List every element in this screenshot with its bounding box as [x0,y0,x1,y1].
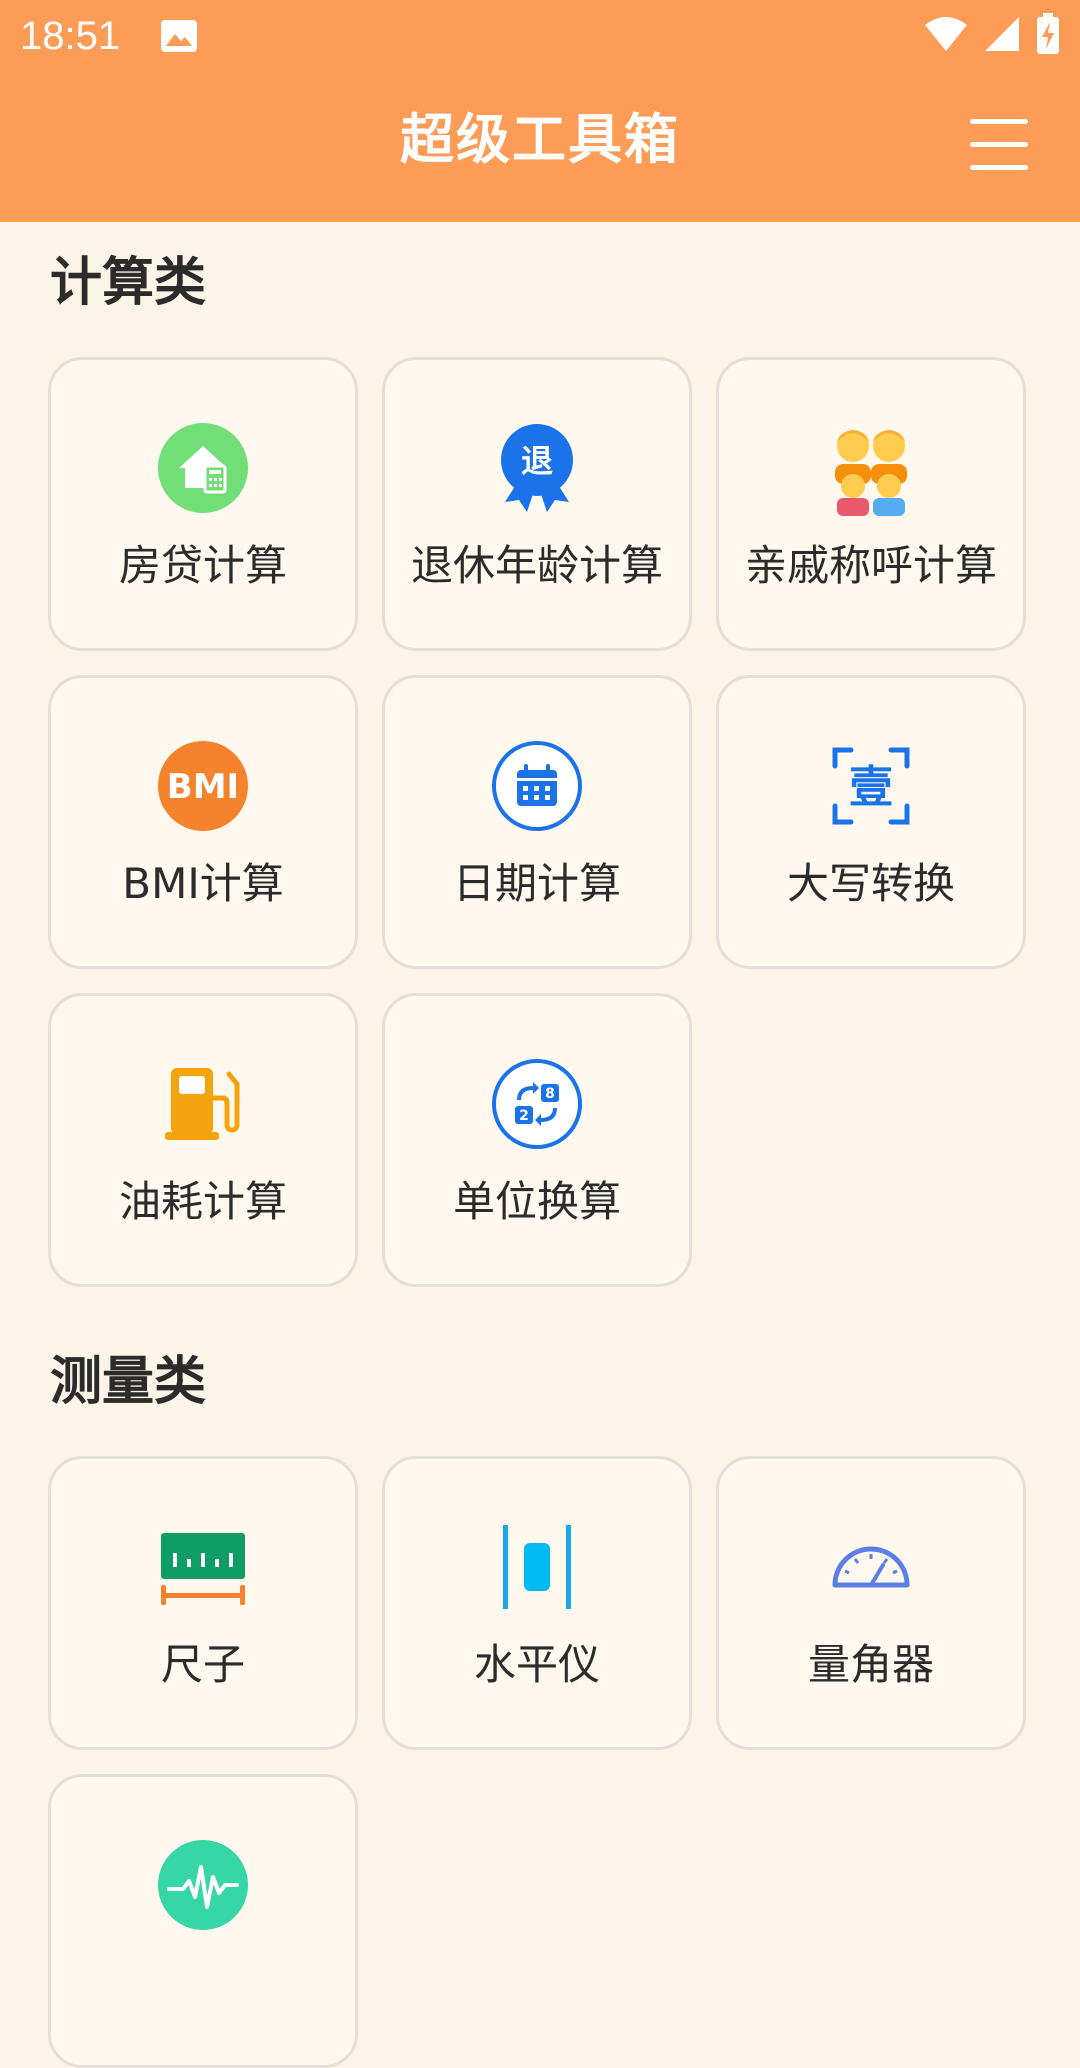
tool-label: 大写转换 [786,859,955,908]
battery-charging-icon [1037,13,1059,54]
tool-card-fuel[interactable]: 油耗计算 [48,993,358,1287]
tool-card-uppercase[interactable]: 壹 大写转换 [716,675,1026,969]
tool-label: 水平仪 [473,1640,600,1689]
tool-card-protractor[interactable]: 量角器 [716,1456,1026,1750]
svg-text:退: 退 [521,442,553,480]
svg-text:8: 8 [545,1086,555,1102]
tool-label: 尺子 [160,1640,245,1689]
section-title-measurement: 测量类 [50,1352,207,1412]
svg-text:2: 2 [519,1108,529,1124]
ruler-icon [155,1519,251,1615]
tool-card-date[interactable]: 日期计算 [382,675,692,969]
tool-card-unit[interactable]: 8 2 单位换算 [382,993,692,1287]
bmi-icon: BMI [155,738,251,834]
uppercase-convert-icon: 壹 [823,738,919,834]
tool-label: 房贷计算 [118,541,287,590]
status-time: 18:51 [20,14,121,58]
protractor-icon [823,1519,919,1615]
sound-wave-icon [155,1837,251,1933]
family-icon [823,420,919,516]
unit-convert-icon: 8 2 [489,1056,585,1152]
tool-label: 亲戚称呼计算 [744,541,997,590]
tool-label: 退休年龄计算 [410,541,663,590]
section-title-calculation: 计算类 [50,253,207,313]
tool-label: 量角器 [807,1640,934,1689]
svg-text:壹: 壹 [849,762,893,813]
hamburger-menu-icon [970,119,1028,124]
wifi-icon [925,17,967,51]
svg-text:BMI: BMI [167,767,239,807]
calendar-icon [489,738,585,834]
image-notification-icon [161,20,197,52]
tool-card-sound[interactable] [48,1774,358,2068]
tool-card-relatives[interactable]: 亲戚称呼计算 [716,357,1026,651]
app-title: 超级工具箱 [400,108,680,171]
retirement-badge-icon: 退 [489,420,585,516]
tool-label: 单位换算 [452,1177,621,1226]
tool-label: BMI计算 [122,859,284,908]
tool-label: 日期计算 [452,859,621,908]
tool-card-retirement[interactable]: 退 退休年龄计算 [382,357,692,651]
tool-card-mortgage[interactable]: 房贷计算 [48,357,358,651]
level-icon [489,1519,585,1615]
tool-label: 油耗计算 [118,1177,287,1226]
fuel-pump-icon [155,1056,251,1152]
house-calculator-icon [155,420,251,516]
tool-card-bmi[interactable]: BMI BMI计算 [48,675,358,969]
tool-card-ruler[interactable]: 尺子 [48,1456,358,1750]
menu-button[interactable] [970,119,1030,173]
signal-icon [985,17,1019,51]
app-bar: 超级工具箱 [0,73,1080,222]
status-bar: 18:51 [0,0,1080,73]
tool-card-level[interactable]: 水平仪 [382,1456,692,1750]
